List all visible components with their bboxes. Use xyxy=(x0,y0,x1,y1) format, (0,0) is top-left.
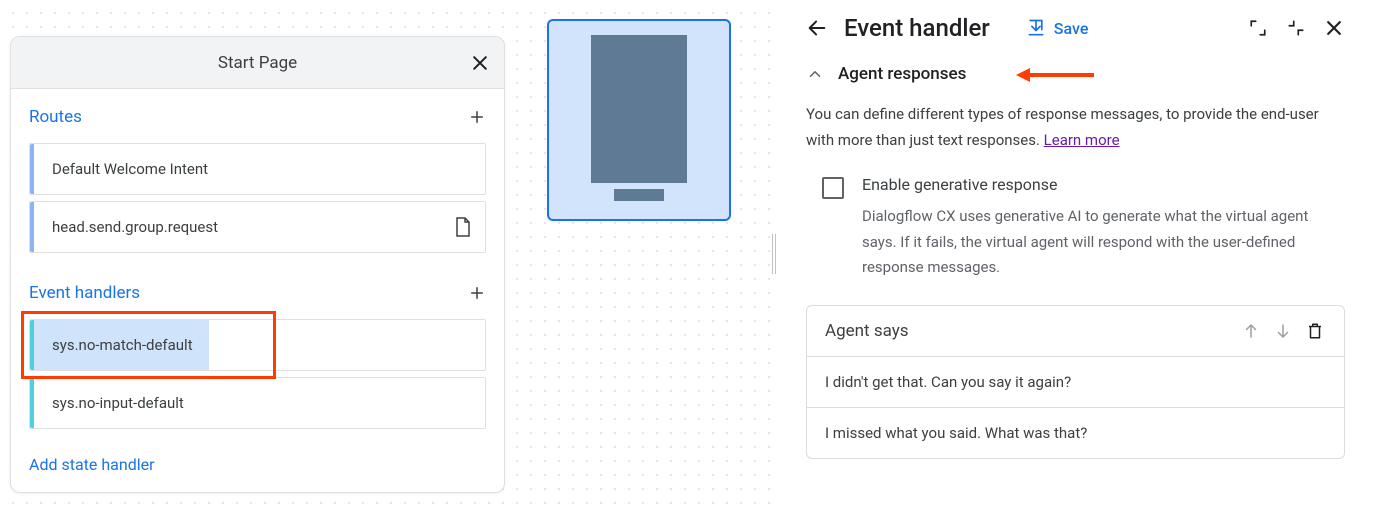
agent-says-card: Agent says I didn't get that. Can you sa… xyxy=(806,305,1345,459)
page-header: Start Page xyxy=(11,37,504,89)
event-item-selected[interactable]: sys.no-match-default xyxy=(29,319,486,371)
add-state-handler-button[interactable]: Add state handler xyxy=(11,441,504,492)
event-handlers-label: Event handlers xyxy=(29,283,140,303)
minimap-page-rect xyxy=(614,189,664,201)
response-text[interactable]: I didn't get that. Can you say it again? xyxy=(807,357,1344,408)
minimap[interactable] xyxy=(547,19,731,221)
checkbox-description: Dialogflow CX uses generative AI to gene… xyxy=(862,204,1345,281)
event-handlers-section-header[interactable]: Event handlers xyxy=(11,273,504,313)
move-up-icon[interactable] xyxy=(1240,320,1262,342)
annotation-arrow xyxy=(1016,66,1094,84)
expand-icon[interactable] xyxy=(1247,17,1269,39)
close-panel-icon[interactable] xyxy=(1323,17,1345,39)
route-label: Default Welcome Intent xyxy=(34,160,485,178)
agent-responses-section-toggle[interactable]: Agent responses xyxy=(806,64,1345,84)
add-route-icon[interactable] xyxy=(468,108,486,126)
document-icon xyxy=(455,217,471,237)
back-icon[interactable] xyxy=(806,17,828,39)
flow-canvas[interactable]: Start Page Routes Default Welcome Intent xyxy=(0,0,770,508)
agent-responses-title: Agent responses xyxy=(838,64,966,84)
panel-title: Event handler xyxy=(844,14,990,42)
event-label: sys.no-match-default xyxy=(34,336,485,354)
minimap-page-rect xyxy=(591,35,687,183)
add-event-icon[interactable] xyxy=(468,284,486,302)
close-icon[interactable] xyxy=(470,53,490,73)
page-title: Start Page xyxy=(218,53,297,73)
agent-says-title: Agent says xyxy=(825,321,1230,341)
event-handler-panel: Event handler Save Agent responses xyxy=(778,0,1373,508)
learn-more-link[interactable]: Learn more xyxy=(1044,131,1120,149)
checkbox-label: Enable generative response xyxy=(862,175,1345,194)
enable-generative-checkbox[interactable] xyxy=(822,177,844,199)
chevron-up-icon xyxy=(806,65,824,83)
route-item[interactable]: Default Welcome Intent xyxy=(29,143,486,195)
collapse-icon[interactable] xyxy=(1285,17,1307,39)
section-description: You can define different types of respon… xyxy=(806,102,1345,153)
event-label: sys.no-input-default xyxy=(34,394,485,412)
routes-label: Routes xyxy=(29,107,82,127)
panel-resize-handle[interactable] xyxy=(770,0,778,508)
delete-icon[interactable] xyxy=(1304,320,1326,342)
route-item[interactable]: head.send.group.request xyxy=(29,201,486,253)
page-card: Start Page Routes Default Welcome Intent xyxy=(10,36,505,493)
move-down-icon[interactable] xyxy=(1272,320,1294,342)
response-text[interactable]: I missed what you said. What was that? xyxy=(807,408,1344,458)
routes-section-header[interactable]: Routes xyxy=(11,97,504,137)
event-item[interactable]: sys.no-input-default xyxy=(29,377,486,429)
route-label: head.send.group.request xyxy=(34,218,455,236)
save-button[interactable]: Save xyxy=(1026,18,1089,38)
